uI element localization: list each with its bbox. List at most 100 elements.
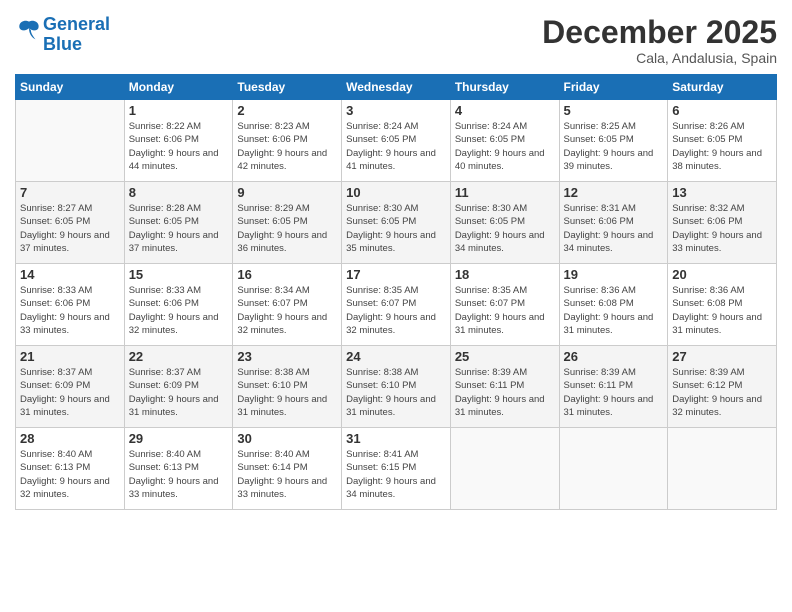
week-row-4: 21Sunrise: 8:37 AMSunset: 6:09 PMDayligh… bbox=[16, 346, 777, 428]
calendar-cell: 19Sunrise: 8:36 AMSunset: 6:08 PMDayligh… bbox=[559, 264, 668, 346]
sunrise-text: Sunrise: 8:33 AM bbox=[129, 285, 201, 296]
calendar-cell: 13Sunrise: 8:32 AMSunset: 6:06 PMDayligh… bbox=[668, 182, 777, 264]
title-block: December 2025 Cala, Andalusia, Spain bbox=[542, 15, 777, 66]
calendar-cell: 6Sunrise: 8:26 AMSunset: 6:05 PMDaylight… bbox=[668, 100, 777, 182]
calendar-cell: 20Sunrise: 8:36 AMSunset: 6:08 PMDayligh… bbox=[668, 264, 777, 346]
week-row-2: 7Sunrise: 8:27 AMSunset: 6:05 PMDaylight… bbox=[16, 182, 777, 264]
day-info: Sunrise: 8:32 AMSunset: 6:06 PMDaylight:… bbox=[672, 202, 772, 255]
daylight-text: Daylight: 9 hours and 32 minutes. bbox=[20, 476, 110, 500]
day-info: Sunrise: 8:23 AMSunset: 6:06 PMDaylight:… bbox=[237, 120, 337, 173]
week-row-1: 1 Sunrise: 8:22 AMSunset: 6:06 PMDaylight… bbox=[16, 100, 777, 182]
day-info: Sunrise: 8:40 AMSunset: 6:13 PMDaylight:… bbox=[20, 448, 120, 501]
day-number: 4 bbox=[455, 103, 555, 118]
daylight-text: Daylight: 9 hours and 31 minutes. bbox=[564, 312, 654, 336]
day-info: Sunrise: 8:40 AMSunset: 6:14 PMDaylight:… bbox=[237, 448, 337, 501]
daylight-text: Daylight: 9 hours and 35 minutes. bbox=[346, 230, 436, 254]
day-number: 23 bbox=[237, 349, 337, 364]
day-info: Sunrise: 8:37 AMSunset: 6:09 PMDaylight:… bbox=[20, 366, 120, 419]
day-number: 25 bbox=[455, 349, 555, 364]
sunrise-text: Sunrise: 8:37 AM bbox=[129, 367, 201, 378]
day-number: 24 bbox=[346, 349, 446, 364]
calendar-cell: 10 Sunrise: 8:30 AM Sunset: 6:05 PM Dayligh… bbox=[342, 182, 451, 264]
sunrise-text: Sunrise: 8:38 AM bbox=[237, 367, 309, 378]
sunrise-text: Sunrise: 8:32 AM bbox=[672, 203, 744, 214]
daylight-text: Daylight: 9 hours and 33 minutes. bbox=[20, 312, 110, 336]
calendar-cell: 30Sunrise: 8:40 AMSunset: 6:14 PMDayligh… bbox=[233, 428, 342, 510]
sunset-text: Sunset: 6:05 PM bbox=[346, 134, 416, 145]
calendar-cell: 11Sunrise: 8:30 AMSunset: 6:05 PMDayligh… bbox=[450, 182, 559, 264]
day-info: Sunrise: 8:38 AMSunset: 6:10 PMDaylight:… bbox=[237, 366, 337, 419]
calendar-cell: 22Sunrise: 8:37 AMSunset: 6:09 PMDayligh… bbox=[124, 346, 233, 428]
sunrise-text: Sunrise: 8:39 AM bbox=[564, 367, 636, 378]
day-info: Sunrise: 8:34 AMSunset: 6:07 PMDaylight:… bbox=[237, 284, 337, 337]
day-info: Sunrise: 8:36 AMSunset: 6:08 PMDaylight:… bbox=[564, 284, 664, 337]
day-number: 29 bbox=[129, 431, 229, 446]
day-number: 17 bbox=[346, 267, 446, 282]
calendar-cell: 2 Sunrise: 8:23 AMSunset: 6:06 PMDaylight… bbox=[233, 100, 342, 182]
sunrise-text: Sunrise: 8:40 AM bbox=[129, 449, 201, 460]
sunset-text: Sunset: 6:10 PM bbox=[346, 380, 416, 391]
day-info: Sunrise: 8:33 AMSunset: 6:06 PMDaylight:… bbox=[20, 284, 120, 337]
sunrise-text: Sunrise: 8:30 AM bbox=[346, 203, 418, 214]
day-number: 10 bbox=[346, 185, 446, 200]
daylight-text: Daylight: 9 hours and 31 minutes. bbox=[455, 312, 545, 336]
day-number: 27 bbox=[672, 349, 772, 364]
day-info: Sunrise: 8:31 AMSunset: 6:06 PMDaylight:… bbox=[564, 202, 664, 255]
day-number: 8 bbox=[129, 185, 229, 200]
sunset-text: Sunset: 6:07 PM bbox=[455, 298, 525, 309]
calendar-cell: 24 Sunrise: 8:38 AMSunset: 6:10 PMDayligh… bbox=[342, 346, 451, 428]
calendar-cell: 26Sunrise: 8:39 AMSunset: 6:11 PMDayligh… bbox=[559, 346, 668, 428]
calendar-cell: 14 Sunrise: 8:33 AMSunset: 6:06 PMDayligh… bbox=[16, 264, 125, 346]
day-info: Sunrise: 8:25 AMSunset: 6:05 PMDaylight:… bbox=[564, 120, 664, 173]
calendar-cell: 31Sunrise: 8:41 AMSunset: 6:15 PMDayligh… bbox=[342, 428, 451, 510]
day-info: Sunrise: 8:30 AM Sunset: 6:05 PM Daylight:… bbox=[346, 202, 446, 255]
day-info: Sunrise: 8:35 AMSunset: 6:07 PMDaylight:… bbox=[346, 284, 446, 337]
sunset-text: Sunset: 6:05 PM bbox=[237, 216, 307, 227]
day-info: Sunrise: 8:22 AMSunset: 6:06 PMDaylight:… bbox=[129, 120, 229, 173]
calendar-cell: 23 Sunrise: 8:38 AMSunset: 6:10 PMDayligh… bbox=[233, 346, 342, 428]
daylight-text: Daylight: 9 hours and 31 minutes. bbox=[346, 394, 436, 418]
sunset-text: Sunset: 6:07 PM bbox=[346, 298, 416, 309]
daylight-text: Daylight: 9 hours and 33 minutes. bbox=[672, 230, 762, 254]
day-number: 2 bbox=[237, 103, 337, 118]
sunset-text: Sunset: 6:05 PM bbox=[346, 216, 416, 227]
day-info: Sunrise: 8:24 AMSunset: 6:05 PMDaylight:… bbox=[455, 120, 555, 173]
calendar-cell: 1 Sunrise: 8:22 AMSunset: 6:06 PMDaylight… bbox=[124, 100, 233, 182]
sunrise-text: Sunrise: 8:22 AM bbox=[129, 121, 201, 132]
sunset-text: Sunset: 6:05 PM bbox=[20, 216, 90, 227]
sunrise-text: Sunrise: 8:31 AM bbox=[564, 203, 636, 214]
day-info: Sunrise: 8:33 AMSunset: 6:06 PMDaylight:… bbox=[129, 284, 229, 337]
calendar-cell: 5Sunrise: 8:25 AMSunset: 6:05 PMDaylight… bbox=[559, 100, 668, 182]
day-number: 9 bbox=[237, 185, 337, 200]
calendar-header-row: Sunday Monday Tuesday Wednesday Thursday… bbox=[16, 75, 777, 100]
sunset-text: Sunset: 6:08 PM bbox=[672, 298, 742, 309]
day-number: 1 bbox=[129, 103, 229, 118]
daylight-text: Daylight: 9 hours and 31 minutes. bbox=[20, 394, 110, 418]
day-info: Sunrise: 8:39 AMSunset: 6:11 PMDaylight:… bbox=[455, 366, 555, 419]
calendar-cell: 4 Sunrise: 8:24 AMSunset: 6:05 PMDaylight… bbox=[450, 100, 559, 182]
calendar-cell: 3Sunrise: 8:24 AMSunset: 6:05 PMDaylight… bbox=[342, 100, 451, 182]
calendar-cell: 17 Sunrise: 8:35 AMSunset: 6:07 PMDayligh… bbox=[342, 264, 451, 346]
calendar-cell: 25 Sunrise: 8:39 AMSunset: 6:11 PMDayligh… bbox=[450, 346, 559, 428]
daylight-text: Daylight: 9 hours and 36 minutes. bbox=[237, 230, 327, 254]
sunset-text: Sunset: 6:11 PM bbox=[455, 380, 525, 391]
sunrise-text: Sunrise: 8:39 AM bbox=[672, 367, 744, 378]
logo-icon bbox=[15, 17, 43, 45]
day-number: 15 bbox=[129, 267, 229, 282]
day-number: 31 bbox=[346, 431, 446, 446]
sunset-text: Sunset: 6:12 PM bbox=[672, 380, 742, 391]
daylight-text: Daylight: 9 hours and 34 minutes. bbox=[455, 230, 545, 254]
calendar-cell: 9Sunrise: 8:29 AMSunset: 6:05 PMDaylight… bbox=[233, 182, 342, 264]
day-info: Sunrise: 8:37 AMSunset: 6:09 PMDaylight:… bbox=[129, 366, 229, 419]
day-info: Sunrise: 8:38 AMSunset: 6:10 PMDaylight:… bbox=[346, 366, 446, 419]
sunset-text: Sunset: 6:05 PM bbox=[455, 134, 525, 145]
daylight-text: Daylight: 9 hours and 32 minutes. bbox=[672, 394, 762, 418]
day-number: 11 bbox=[455, 185, 555, 200]
calendar-cell: 16Sunrise: 8:34 AMSunset: 6:07 PMDayligh… bbox=[233, 264, 342, 346]
calendar-cell: 12Sunrise: 8:31 AMSunset: 6:06 PMDayligh… bbox=[559, 182, 668, 264]
sunrise-text: Sunrise: 8:35 AM bbox=[455, 285, 527, 296]
calendar-cell bbox=[559, 428, 668, 510]
day-number: 6 bbox=[672, 103, 772, 118]
day-number: 14 bbox=[20, 267, 120, 282]
daylight-text: Daylight: 9 hours and 31 minutes. bbox=[237, 394, 327, 418]
